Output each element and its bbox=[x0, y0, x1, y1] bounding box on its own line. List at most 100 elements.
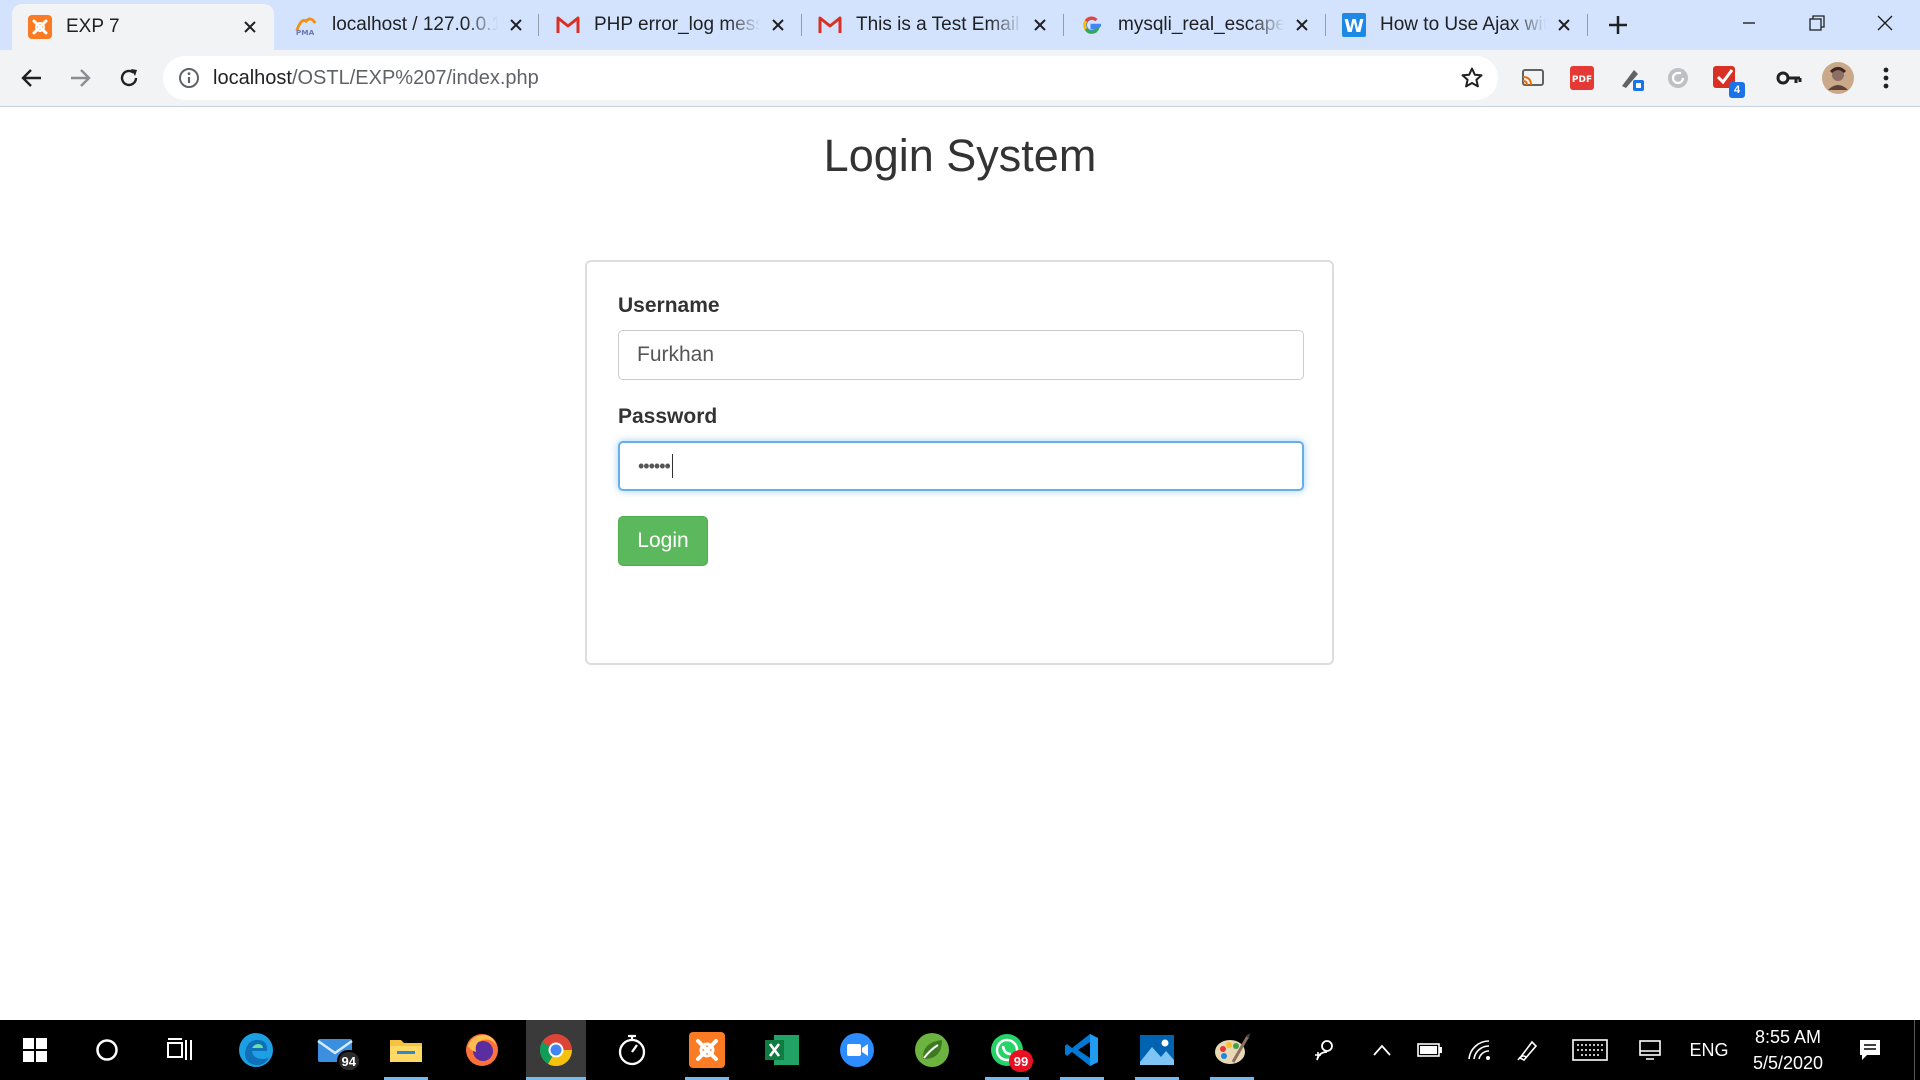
photos-icon bbox=[1140, 1035, 1174, 1065]
taskbar-firefox[interactable] bbox=[452, 1020, 512, 1080]
avatar[interactable] bbox=[1822, 62, 1854, 94]
action-center-button[interactable] bbox=[1850, 1020, 1890, 1080]
star-bookmark-icon[interactable] bbox=[1460, 66, 1484, 90]
password-value: •••••• bbox=[638, 455, 671, 476]
xampp-icon bbox=[28, 15, 52, 39]
taskbar-zoom[interactable] bbox=[827, 1020, 887, 1080]
taskbar-mail[interactable]: 94 bbox=[305, 1020, 365, 1080]
battery-icon bbox=[1417, 1043, 1442, 1057]
new-tab-button[interactable] bbox=[1602, 9, 1634, 41]
clock-date: 5/5/2020 bbox=[1752, 1053, 1824, 1073]
taskbar-paint[interactable] bbox=[1202, 1020, 1262, 1080]
pen-workspace-button[interactable] bbox=[1508, 1020, 1548, 1080]
battery-button[interactable] bbox=[1410, 1020, 1450, 1080]
text-caret bbox=[671, 454, 674, 478]
taskbar-alarms[interactable] bbox=[602, 1020, 662, 1080]
paint-palette-icon bbox=[1215, 1033, 1250, 1064]
tab-ajax-howto[interactable]: W How to Use Ajax with bbox=[1326, 0, 1588, 50]
tab-mysqli-escape[interactable]: mysqli_real_escape_s bbox=[1064, 0, 1326, 50]
password-field[interactable]: •••••• bbox=[618, 441, 1304, 491]
tab-title: PHP error_log message bbox=[594, 14, 760, 35]
forward-button[interactable] bbox=[62, 60, 98, 96]
cortana-button[interactable] bbox=[77, 1020, 137, 1080]
w-site-icon: W bbox=[1342, 13, 1366, 37]
xampp-icon bbox=[689, 1032, 725, 1068]
tab-test-email[interactable]: This is a Test Email - s bbox=[802, 0, 1064, 50]
gmail-icon bbox=[556, 13, 580, 37]
svg-text:PDF: PDF bbox=[1572, 75, 1592, 85]
pdf-extension-icon[interactable]: PDF bbox=[1568, 64, 1596, 92]
whatsapp-badge: 99 bbox=[1009, 1050, 1033, 1072]
system-clock[interactable]: 8:55 AM 5/5/2020 bbox=[1740, 1020, 1836, 1080]
minimize-icon bbox=[1743, 22, 1755, 24]
display-button[interactable] bbox=[1630, 1020, 1670, 1080]
login-form: Username Furkhan Password •••••• Login bbox=[585, 260, 1334, 665]
show-desktop-divider[interactable] bbox=[1914, 1020, 1915, 1080]
clock-time: 8:55 AM bbox=[1754, 1027, 1822, 1047]
edge-icon bbox=[239, 1033, 273, 1067]
tab-php-error-log[interactable]: PHP error_log message bbox=[540, 0, 802, 50]
tab-exp7[interactable]: EXP 7 bbox=[12, 4, 274, 50]
url-text[interactable]: localhost/OSTL/EXP%207/index.php bbox=[213, 67, 539, 90]
username-value: Furkhan bbox=[637, 343, 715, 366]
close-icon bbox=[1877, 15, 1893, 31]
refresh-extension-icon[interactable] bbox=[1664, 64, 1692, 92]
tab-separator bbox=[538, 14, 539, 36]
browser-toolbar: localhost/OSTL/EXP%207/index.php PDF 4 bbox=[0, 50, 1920, 107]
keyboard-icon bbox=[1572, 1039, 1608, 1061]
url-host: localhost bbox=[213, 67, 292, 89]
firefox-icon bbox=[466, 1034, 498, 1066]
close-tab-icon[interactable] bbox=[240, 17, 260, 37]
wifi-button[interactable] bbox=[1459, 1020, 1499, 1080]
kebab-menu-icon[interactable] bbox=[1872, 64, 1900, 92]
taskbar-xampp[interactable] bbox=[677, 1020, 737, 1080]
reload-icon bbox=[120, 69, 138, 87]
close-tab-icon[interactable] bbox=[506, 15, 526, 35]
taskbar-chrome[interactable] bbox=[526, 1020, 586, 1080]
start-button[interactable] bbox=[5, 1020, 65, 1080]
close-tab-icon[interactable] bbox=[1030, 15, 1050, 35]
page-title: Login System bbox=[823, 130, 1097, 181]
svg-text:PMA: PMA bbox=[296, 28, 315, 37]
people-button[interactable] bbox=[1305, 1020, 1345, 1080]
taskbar-whatsapp[interactable]: 99 bbox=[977, 1020, 1037, 1080]
taskbar-spring-tool[interactable] bbox=[902, 1020, 962, 1080]
tab-title: EXP 7 bbox=[66, 16, 120, 37]
restore-icon bbox=[1809, 15, 1825, 31]
taskbar-excel[interactable] bbox=[752, 1020, 812, 1080]
cast-extension-icon[interactable] bbox=[1519, 64, 1547, 92]
username-field[interactable]: Furkhan bbox=[618, 330, 1304, 380]
back-button[interactable] bbox=[14, 60, 50, 96]
google-icon bbox=[1080, 13, 1104, 37]
windows-taskbar: 94 99 ENG 8:55 AM 5/5/2020 bbox=[0, 1020, 1920, 1080]
login-button[interactable]: Login bbox=[618, 516, 708, 566]
taskbar-edge[interactable] bbox=[226, 1020, 286, 1080]
input-language[interactable]: ENG bbox=[1684, 1020, 1734, 1080]
forward-arrow-icon bbox=[71, 69, 91, 87]
minimize-button[interactable] bbox=[1716, 0, 1782, 46]
close-tab-icon[interactable] bbox=[1554, 15, 1574, 35]
taskbar-photos[interactable] bbox=[1127, 1020, 1187, 1080]
taskbar-file-explorer[interactable] bbox=[376, 1020, 436, 1080]
close-tab-icon[interactable] bbox=[1292, 15, 1312, 35]
close-window-button[interactable] bbox=[1852, 0, 1918, 46]
touch-keyboard-button[interactable] bbox=[1565, 1020, 1615, 1080]
show-hidden-icons-button[interactable] bbox=[1364, 1020, 1400, 1080]
todo-extension-icon[interactable]: 4 bbox=[1711, 64, 1745, 98]
notification-icon bbox=[1860, 1040, 1880, 1060]
tab-title: This is a Test Email - s bbox=[856, 14, 1022, 35]
info-icon[interactable] bbox=[177, 66, 201, 90]
task-view-button[interactable] bbox=[150, 1020, 210, 1080]
folder-icon bbox=[390, 1040, 422, 1062]
tab-phpmyadmin[interactable]: PMA localhost / 127.0.0.1 / bbox=[278, 0, 540, 50]
close-tab-icon[interactable] bbox=[768, 15, 788, 35]
color-picker-extension-icon[interactable] bbox=[1617, 64, 1645, 92]
address-bar[interactable]: localhost/OSTL/EXP%207/index.php bbox=[163, 56, 1498, 100]
plus-icon bbox=[1609, 16, 1627, 34]
restore-button[interactable] bbox=[1784, 0, 1850, 46]
tab-title: localhost / 127.0.0.1 / bbox=[332, 14, 498, 35]
taskbar-vscode[interactable] bbox=[1052, 1020, 1112, 1080]
reload-button[interactable] bbox=[111, 60, 147, 96]
tab-title: mysqli_real_escape_s bbox=[1118, 14, 1284, 35]
key-icon[interactable] bbox=[1775, 64, 1803, 92]
